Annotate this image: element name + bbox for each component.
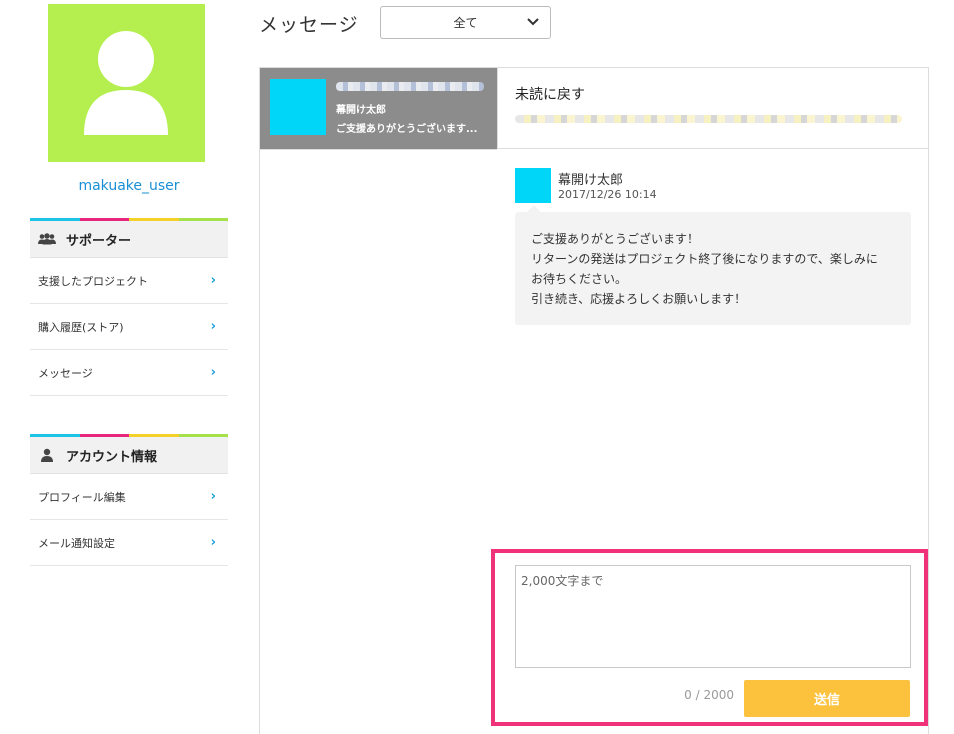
conversation-header: 未読に戻す bbox=[497, 68, 929, 149]
account-section: アカウント情報 プロフィール編集 › メール通知設定 › bbox=[30, 434, 228, 566]
message-line: ご支援ありがとうございます！ bbox=[531, 232, 700, 246]
chevron-right-icon: › bbox=[210, 319, 216, 334]
account-heading: アカウント情報 bbox=[30, 437, 228, 474]
menu-item-messages[interactable]: メッセージ › bbox=[30, 350, 228, 396]
thread-list-item[interactable]: 幕開け太郎 ご支援ありがとうございます... bbox=[260, 68, 497, 149]
chevron-right-icon: › bbox=[210, 489, 216, 504]
thread-preview: ご支援ありがとうございます... bbox=[336, 124, 478, 135]
message-bubble: ご支援ありがとうございます！ リターンの発送はプロジェクト終了後になりますので、… bbox=[515, 205, 911, 325]
blurred-project-title bbox=[336, 82, 484, 91]
thread-sender: 幕開け太郎 bbox=[336, 105, 386, 116]
supporter-section: サポーター 支援したプロジェクト › 購入履歴(ストア) › メッセージ › bbox=[30, 218, 228, 396]
person-icon bbox=[38, 448, 56, 462]
message-input[interactable] bbox=[515, 565, 911, 668]
menu-item-label: 支援したプロジェクト bbox=[38, 274, 148, 288]
character-count: 0 / 2000 bbox=[684, 688, 734, 702]
blurred-project-subtitle bbox=[515, 115, 902, 123]
message-filter-select[interactable]: 全て bbox=[380, 6, 551, 39]
menu-item-purchase-history[interactable]: 購入履歴(ストア) › bbox=[30, 304, 228, 350]
chevron-right-icon: › bbox=[210, 365, 216, 380]
chevron-right-icon: › bbox=[210, 535, 216, 550]
message-line: お待ちください。 bbox=[531, 272, 628, 286]
menu-item-supported-projects[interactable]: 支援したプロジェクト › bbox=[30, 258, 228, 304]
chevron-right-icon: › bbox=[210, 273, 216, 288]
account-heading-label: アカウント情報 bbox=[66, 449, 158, 465]
message-line: 引き続き、応援よろしくお願いします！ bbox=[531, 292, 747, 306]
message-timestamp: 2017/12/26 10:14 bbox=[558, 188, 657, 201]
supporter-heading: サポーター bbox=[30, 221, 228, 258]
menu-item-edit-profile[interactable]: プロフィール編集 › bbox=[30, 474, 228, 520]
menu-item-label: メール通知設定 bbox=[38, 536, 115, 550]
chevron-down-icon bbox=[527, 18, 539, 26]
mark-unread-link[interactable]: 未読に戻す bbox=[515, 84, 585, 104]
menu-item-label: プロフィール編集 bbox=[38, 490, 126, 504]
menu-item-label: メッセージ bbox=[38, 366, 93, 380]
menu-item-email-notifications[interactable]: メール通知設定 › bbox=[30, 520, 228, 566]
color-stripe bbox=[30, 434, 228, 437]
color-stripe bbox=[30, 218, 228, 221]
filter-selected-value: 全て bbox=[453, 16, 478, 30]
supporter-heading-label: サポーター bbox=[66, 233, 132, 249]
user-avatar bbox=[48, 4, 205, 162]
group-icon bbox=[38, 232, 56, 246]
page-title: メッセージ bbox=[259, 14, 359, 36]
menu-item-label: 購入履歴(ストア) bbox=[38, 320, 124, 334]
divider bbox=[260, 149, 497, 150]
sender-avatar bbox=[515, 168, 551, 203]
send-button[interactable]: 送信 bbox=[744, 680, 910, 717]
message-line: リターンの発送はプロジェクト終了後になりますので、楽しみに bbox=[531, 252, 878, 266]
username-link[interactable]: makuake_user bbox=[30, 178, 228, 194]
message-sender: 幕開け太郎 bbox=[558, 173, 624, 188]
project-thumbnail bbox=[270, 79, 326, 135]
user-silhouette-icon bbox=[84, 31, 168, 135]
